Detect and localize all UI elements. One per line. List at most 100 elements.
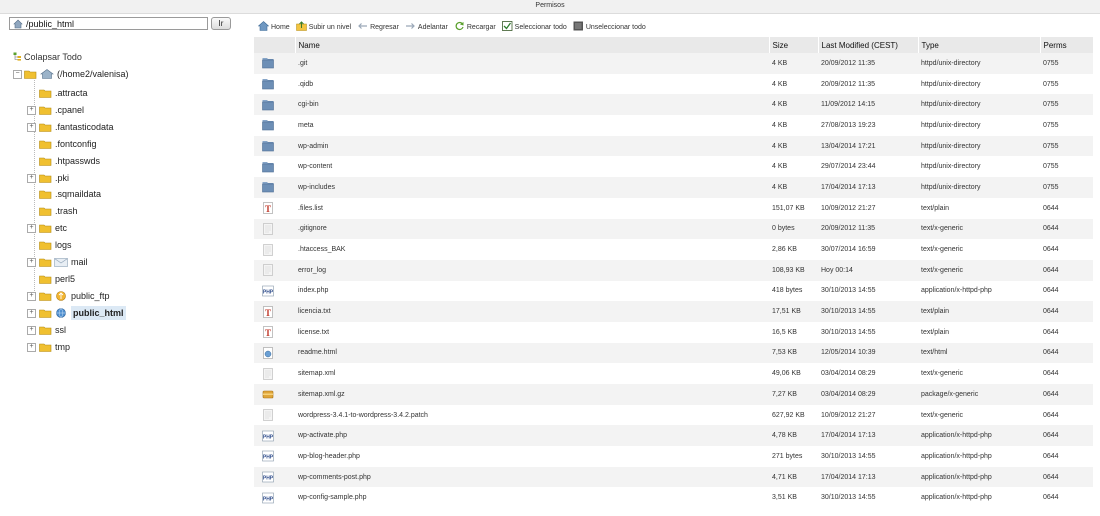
toolbar-subir-un-nivel-button[interactable]: Subir un nivel [295, 21, 351, 31]
folder-icon [39, 191, 52, 200]
file-icon-cell: PHP [254, 446, 295, 467]
reload-icon [455, 21, 464, 31]
folder-icon [262, 120, 274, 131]
cell-name[interactable]: meta [295, 115, 769, 136]
column-header-perms[interactable]: Perms [1040, 37, 1094, 53]
cell-name[interactable]: wp-content [295, 156, 769, 178]
cell-perms: 0644 [1040, 487, 1093, 509]
generic-file-icon [263, 264, 273, 277]
cell-name[interactable]: readme.html [295, 342, 769, 364]
tree-item-label: etc [55, 223, 68, 234]
expand-toggle-icon[interactable]: + [27, 224, 36, 234]
cell-name[interactable]: wp-blog-header.php [295, 446, 769, 467]
table-row[interactable]: cgi-bin 4 KB 11/09/2012 14:15 httpd/unix-di… [254, 94, 1093, 116]
cell-name[interactable]: error_log [295, 259, 769, 281]
generic-file-icon [263, 243, 273, 256]
file-icon-cell [254, 218, 295, 240]
column-header-modified[interactable]: Last Modified (CEST) [818, 37, 919, 53]
cell-perms: 0644 [1040, 342, 1093, 364]
table-row[interactable]: wp-content 4 KB 29/07/2014 23:44 httpd/unix… [254, 156, 1093, 178]
expand-toggle-icon[interactable]: + [27, 342, 36, 352]
table-row[interactable]: .gitignore 0 bytes 20/09/2012 11:35 text/x-… [254, 218, 1093, 240]
cell-name[interactable]: licencia.txt [295, 301, 769, 322]
column-header-type[interactable]: Type [918, 37, 1041, 53]
table-row[interactable]: PHP wp-blog-header.php 271 bytes 30/10/2013… [254, 446, 1093, 467]
table-row[interactable]: Tlicencia.txt 17,51 KB 30/10/2013 14:55 tex… [254, 301, 1093, 322]
table-row[interactable]: wordpress-3.4.1-to-wordpress-3.4.2.patch… [254, 404, 1093, 426]
table-row[interactable]: PHP wp-activate.php 4,78 KB 17/04/2014 17:1… [254, 425, 1093, 447]
php-file-icon: PHP [262, 430, 274, 442]
expand-toggle-icon[interactable]: + [27, 258, 36, 267]
toolbar-regresar-button[interactable]: Regresar [357, 21, 399, 31]
cell-name[interactable]: sitemap.xml [295, 363, 769, 384]
table-row[interactable]: sitemap.xml 49,06 KB 03/04/2014 08:29 text/… [254, 363, 1093, 384]
table-row[interactable]: .git 4 KB 20/09/2012 11:35 httpd/unix-direc… [254, 53, 1093, 74]
cell-modified: 03/04/2014 08:29 [818, 363, 918, 384]
cell-name[interactable]: .htaccess_BAK [295, 239, 769, 260]
expand-toggle-icon[interactable]: + [27, 173, 36, 183]
cell-name[interactable]: cgi-bin [295, 94, 769, 116]
table-row[interactable]: PHP wp-comments-post.php 4,71 KB 17/04/2014… [254, 466, 1093, 488]
cell-name[interactable]: wp-includes [295, 177, 769, 198]
file-icon-cell [254, 53, 295, 74]
cell-type: text/x-generic [918, 259, 1040, 281]
column-header-name[interactable]: Name [295, 37, 770, 53]
cell-type: httpd/unix-directory [918, 53, 1040, 74]
svg-text:PHP: PHP [263, 289, 274, 295]
tree-item-label: ssl [55, 324, 66, 335]
cell-name[interactable]: wp-admin [295, 135, 769, 157]
file-icon-cell: PHP [254, 425, 295, 447]
cell-name[interactable]: .gitignore [295, 218, 769, 240]
cell-name[interactable]: .git [295, 53, 769, 74]
tree-item-label: .fantasticodata [55, 121, 114, 132]
collapse-toggle-icon[interactable]: − [13, 70, 22, 79]
cell-modified: 30/07/2014 16:59 [818, 239, 918, 260]
cell-name[interactable]: .files.list [295, 197, 769, 219]
table-row[interactable]: sitemap.xml.gz 7,27 KB 03/04/2014 08:29 pac… [254, 384, 1093, 405]
home-icon [40, 69, 54, 79]
table-row[interactable]: T .files.list 151,07 KB 10/09/2012 21:27 tex… [254, 197, 1093, 219]
table-row[interactable]: PHP wp-config-sample.php 3,51 KB 30/10/2013… [254, 487, 1093, 509]
cell-size: 49,06 KB [769, 363, 818, 384]
cell-name[interactable]: wp-comments-post.php [295, 466, 769, 488]
cell-name[interactable]: .qidb [295, 73, 769, 95]
cell-type: application/x-httpd-php [918, 280, 1040, 302]
cell-modified: 30/10/2013 14:55 [818, 446, 918, 467]
table-row[interactable]: error_log 108,93 KB Hoy 00:14 text/x-generi… [254, 259, 1093, 281]
toolbar-home-button[interactable]: Home [258, 21, 290, 31]
table-row[interactable]: .htaccess_BAK 2,86 KB 30/07/2014 16:59 text… [254, 239, 1093, 260]
table-row[interactable]: wp-admin 4 KB 13/04/2014 17:21 httpd/unix-d… [254, 135, 1093, 157]
cell-name[interactable]: wp-config-sample.php [295, 487, 769, 509]
table-row[interactable]: wp-includes 4 KB 17/04/2014 17:13 httpd/uni… [254, 177, 1093, 198]
toolbar-unseleccionar-todo-button[interactable]: Unseleccionar todo [573, 21, 646, 31]
cell-name[interactable]: index.php [295, 280, 769, 302]
toolbar-recargar-button[interactable]: Recargar [454, 21, 496, 31]
cell-type: text/x-generic [918, 363, 1040, 384]
cell-name[interactable]: license.txt [295, 321, 769, 343]
expand-toggle-icon[interactable]: + [27, 308, 36, 318]
tree-item-label: logs [55, 240, 72, 251]
table-row[interactable]: meta 4 KB 27/08/2013 19:23 httpd/unix-direc… [254, 115, 1093, 136]
toolbar-seleccionar-todo-button[interactable]: Seleccionar todo [501, 21, 567, 31]
expand-toggle-icon[interactable]: + [27, 105, 36, 115]
cell-size: 4 KB [769, 115, 818, 136]
folder-icon [39, 174, 52, 183]
table-row[interactable]: PHP index.php 418 bytes 30/10/2013 14:55 app… [254, 280, 1093, 302]
cell-name[interactable]: sitemap.xml.gz [295, 384, 769, 405]
cell-name[interactable]: wp-activate.php [295, 425, 769, 447]
cell-modified: 20/09/2012 11:35 [818, 53, 918, 74]
table-row[interactable]: .qidb 4 KB 20/09/2012 11:35 httpd/unix-dire… [254, 73, 1093, 95]
package-file-icon [262, 391, 274, 399]
expand-toggle-icon[interactable]: + [27, 122, 36, 132]
table-row[interactable]: Tlicense.txt 16,5 KB 30/10/2013 14:55 text/… [254, 321, 1093, 343]
toolbar-adelantar-button[interactable]: Adelantar [405, 21, 448, 31]
cell-modified: 12/05/2014 10:39 [818, 342, 918, 364]
toolbar-label: Adelantar [417, 24, 448, 31]
column-header-size[interactable]: Size [769, 37, 819, 53]
expand-toggle-icon[interactable]: + [27, 325, 36, 335]
expand-toggle-icon[interactable]: + [27, 291, 36, 301]
cell-name[interactable]: wordpress-3.4.1-to-wordpress-3.4.2.patch [295, 404, 769, 426]
svg-text:PHP: PHP [263, 476, 274, 482]
table-row[interactable]: readme.html 7,53 KB 12/05/2014 10:39 text/h… [254, 342, 1093, 364]
cell-size: 7,27 KB [769, 384, 818, 405]
